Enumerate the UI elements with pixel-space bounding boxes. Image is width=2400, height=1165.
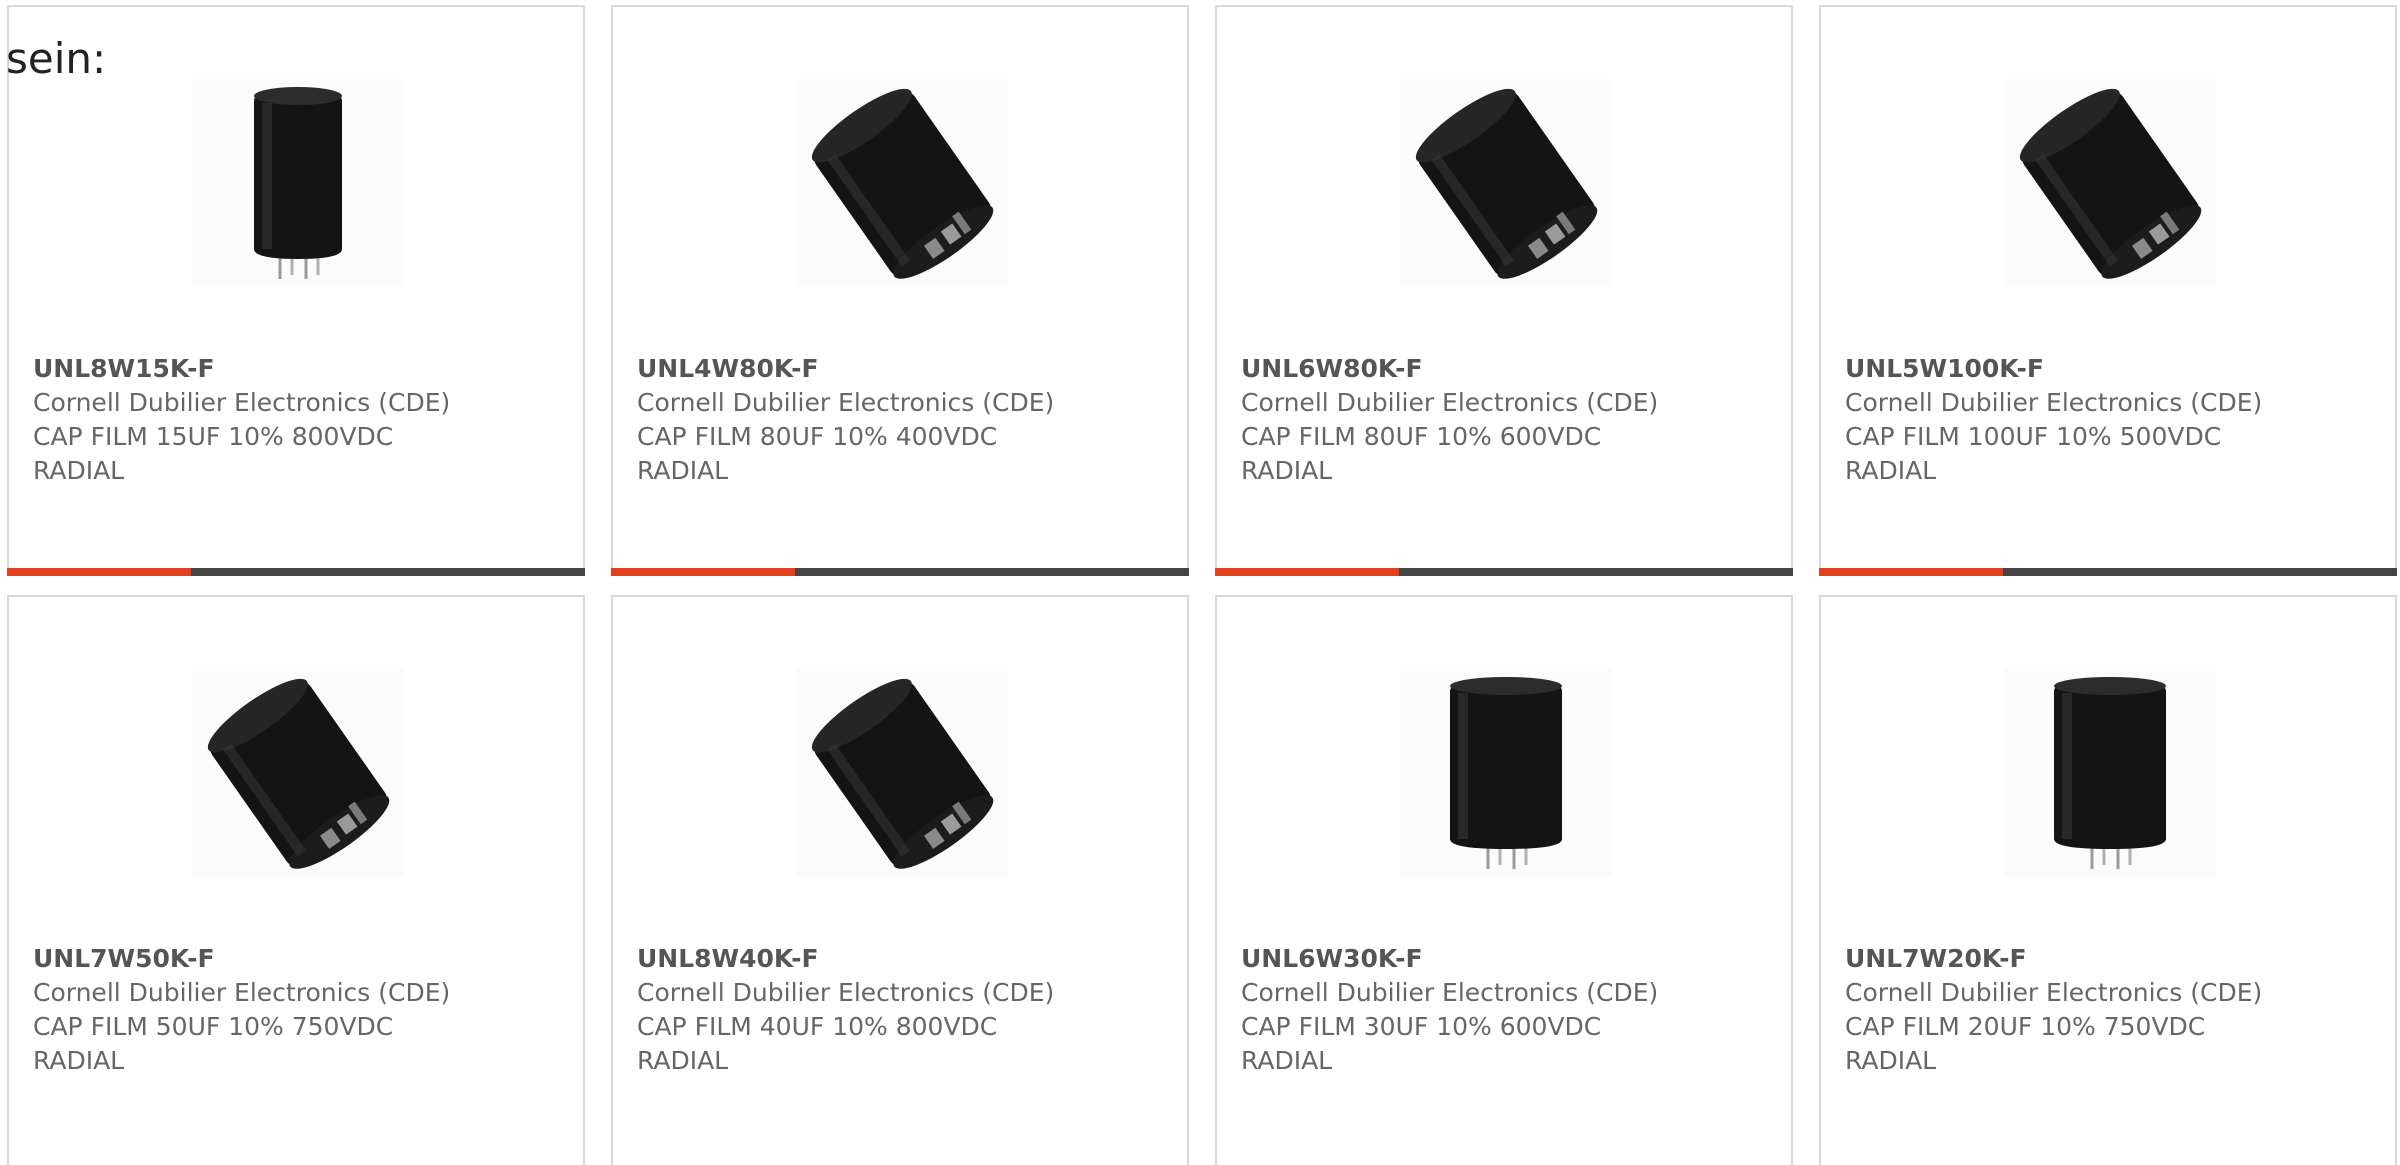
- manufacturer: Cornell Dubilier Electronics (CDE): [1845, 388, 2263, 417]
- product-card[interactable]: UNL7W20K-F Cornell Dubilier Electronics …: [1819, 595, 2397, 1165]
- card-progress-bar: [1215, 568, 1793, 576]
- product-info: UNL7W20K-F Cornell Dubilier Electronics …: [1845, 942, 2385, 1078]
- manufacturer: Cornell Dubilier Electronics (CDE): [637, 978, 1055, 1007]
- product-card[interactable]: UNL8W40K-F Cornell Dubilier Electronics …: [611, 595, 1189, 1165]
- product-card[interactable]: UNL6W30K-F Cornell Dubilier Electronics …: [1215, 595, 1793, 1165]
- card-progress-accent: [1819, 568, 2003, 576]
- mounting-type: RADIAL: [33, 456, 125, 485]
- description: CAP FILM 80UF 10% 600VDC: [1241, 422, 1602, 451]
- capacitor-tilted-icon[interactable]: [796, 79, 1008, 287]
- product-card[interactable]: UNL6W80K-F Cornell Dubilier Electronics …: [1215, 5, 1793, 576]
- capacitor-tilted-icon[interactable]: [796, 669, 1008, 877]
- intro-text: sein:: [6, 34, 107, 83]
- part-number-link[interactable]: UNL8W40K-F: [637, 942, 1177, 976]
- mounting-type: RADIAL: [637, 1046, 729, 1075]
- card-progress-bar: [1819, 568, 2397, 576]
- card-progress-bar: [7, 568, 585, 576]
- product-info: UNL4W80K-F Cornell Dubilier Electronics …: [637, 352, 1177, 488]
- product-info: UNL8W15K-F Cornell Dubilier Electronics …: [33, 352, 573, 488]
- product-info: UNL6W80K-F Cornell Dubilier Electronics …: [1241, 352, 1781, 488]
- part-number-link[interactable]: UNL5W100K-F: [1845, 352, 2385, 386]
- product-card[interactable]: UNL8W15K-F Cornell Dubilier Electronics …: [7, 5, 585, 576]
- mounting-type: RADIAL: [1845, 456, 1937, 485]
- description: CAP FILM 40UF 10% 800VDC: [637, 1012, 998, 1041]
- card-progress-accent: [611, 568, 795, 576]
- capacitor-tilted-icon[interactable]: [1400, 79, 1612, 287]
- product-info: UNL8W40K-F Cornell Dubilier Electronics …: [637, 942, 1177, 1078]
- manufacturer: Cornell Dubilier Electronics (CDE): [1241, 978, 1659, 1007]
- description: CAP FILM 50UF 10% 750VDC: [33, 1012, 394, 1041]
- part-number-link[interactable]: UNL7W20K-F: [1845, 942, 2385, 976]
- card-progress-accent: [7, 568, 191, 576]
- card-progress-accent: [1215, 568, 1399, 576]
- product-grid: UNL8W15K-F Cornell Dubilier Electronics …: [7, 5, 2400, 1165]
- description: CAP FILM 15UF 10% 800VDC: [33, 422, 394, 451]
- product-info: UNL5W100K-F Cornell Dubilier Electronics…: [1845, 352, 2385, 488]
- mounting-type: RADIAL: [637, 456, 729, 485]
- part-number-link[interactable]: UNL6W80K-F: [1241, 352, 1781, 386]
- part-number-link[interactable]: UNL8W15K-F: [33, 352, 573, 386]
- capacitor-upright-icon[interactable]: [2004, 669, 2216, 877]
- product-info: UNL7W50K-F Cornell Dubilier Electronics …: [33, 942, 573, 1078]
- capacitor-upright-icon[interactable]: [1400, 669, 1612, 877]
- mounting-type: RADIAL: [33, 1046, 125, 1075]
- description: CAP FILM 20UF 10% 750VDC: [1845, 1012, 2206, 1041]
- manufacturer: Cornell Dubilier Electronics (CDE): [637, 388, 1055, 417]
- product-card[interactable]: UNL5W100K-F Cornell Dubilier Electronics…: [1819, 5, 2397, 576]
- mounting-type: RADIAL: [1845, 1046, 1937, 1075]
- part-number-link[interactable]: UNL7W50K-F: [33, 942, 573, 976]
- capacitor-tilted-icon[interactable]: [2004, 79, 2216, 287]
- description: CAP FILM 100UF 10% 500VDC: [1845, 422, 2222, 451]
- part-number-link[interactable]: UNL6W30K-F: [1241, 942, 1781, 976]
- card-progress-bar: [611, 568, 1189, 576]
- description: CAP FILM 80UF 10% 400VDC: [637, 422, 998, 451]
- manufacturer: Cornell Dubilier Electronics (CDE): [33, 978, 451, 1007]
- mounting-type: RADIAL: [1241, 456, 1333, 485]
- manufacturer: Cornell Dubilier Electronics (CDE): [33, 388, 451, 417]
- capacitor-tilted-icon[interactable]: [192, 669, 404, 877]
- product-card[interactable]: UNL4W80K-F Cornell Dubilier Electronics …: [611, 5, 1189, 576]
- manufacturer: Cornell Dubilier Electronics (CDE): [1845, 978, 2263, 1007]
- description: CAP FILM 30UF 10% 600VDC: [1241, 1012, 1602, 1041]
- manufacturer: Cornell Dubilier Electronics (CDE): [1241, 388, 1659, 417]
- capacitor-upright-icon[interactable]: [192, 79, 404, 287]
- product-info: UNL6W30K-F Cornell Dubilier Electronics …: [1241, 942, 1781, 1078]
- part-number-link[interactable]: UNL4W80K-F: [637, 352, 1177, 386]
- product-card[interactable]: UNL7W50K-F Cornell Dubilier Electronics …: [7, 595, 585, 1165]
- mounting-type: RADIAL: [1241, 1046, 1333, 1075]
